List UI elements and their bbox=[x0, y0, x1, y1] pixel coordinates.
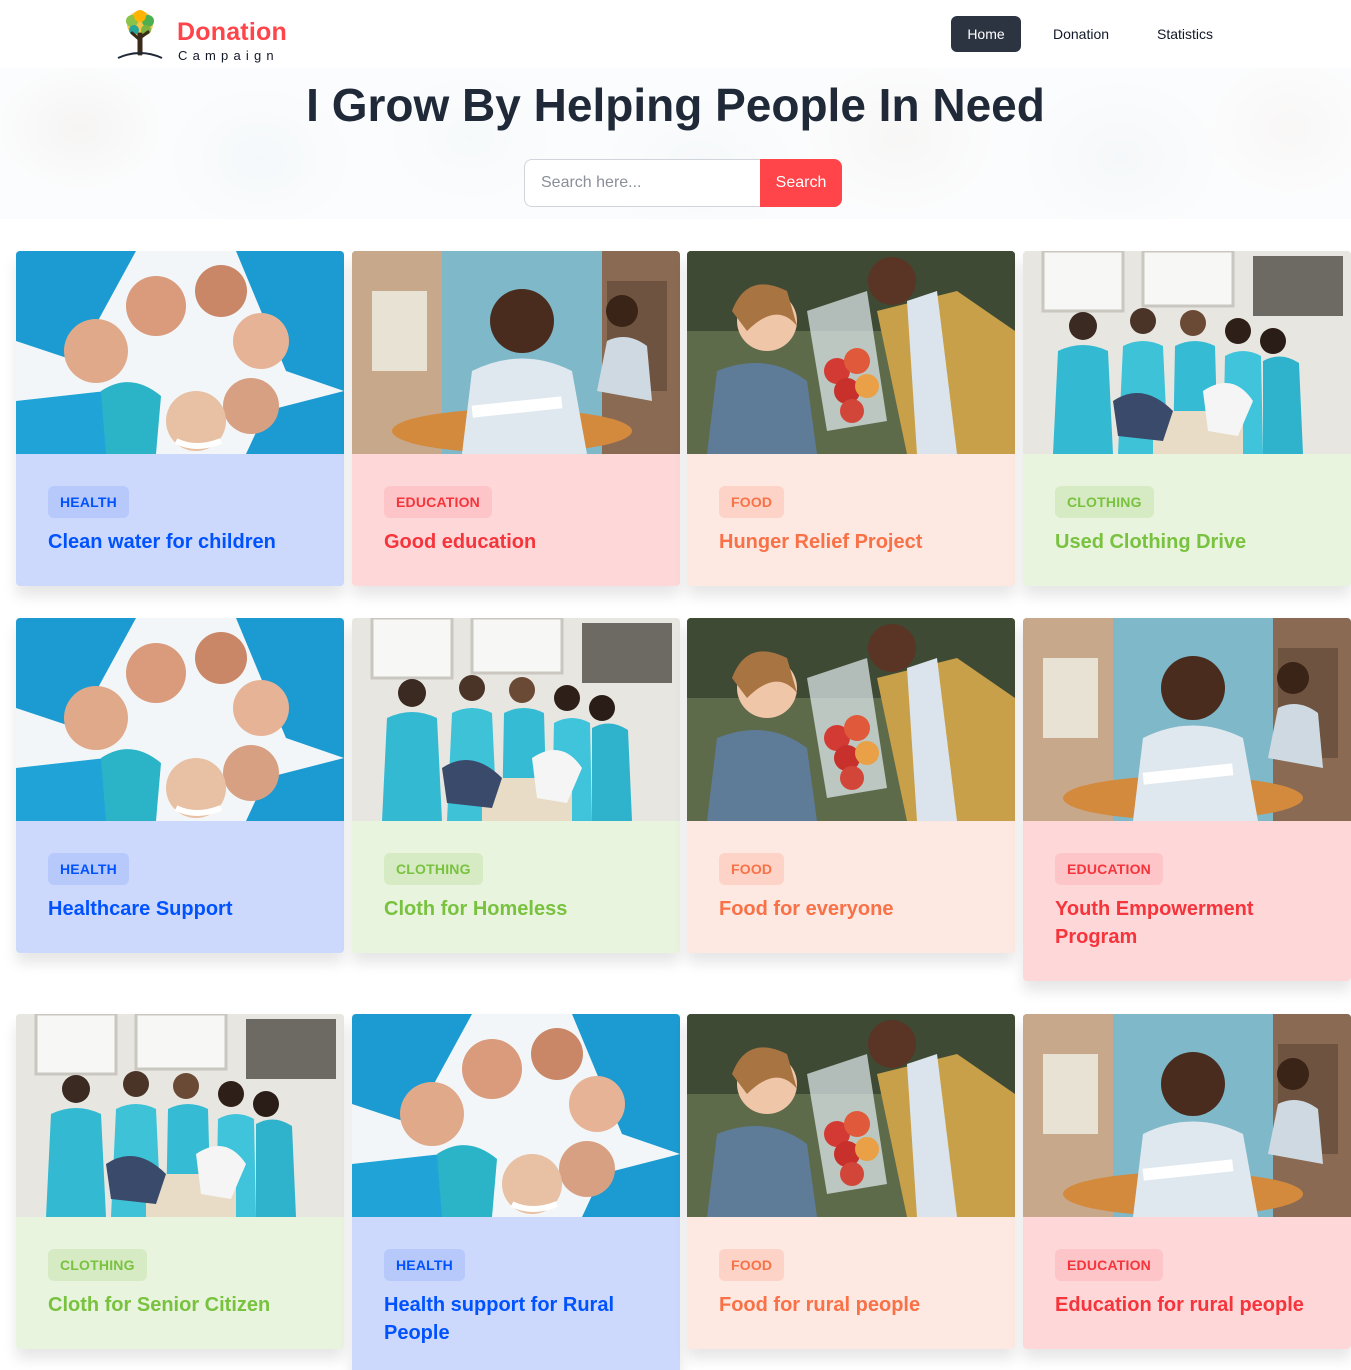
card-title: Clean water for children bbox=[48, 531, 276, 553]
card-body: EDUCATION Education for rural people bbox=[1023, 1217, 1351, 1349]
card-body: FOOD Hunger Relief Project bbox=[687, 454, 1015, 586]
card-body: FOOD Food for everyone bbox=[687, 821, 1015, 953]
donation-card[interactable]: HEALTH Health support for Rural People bbox=[352, 1014, 680, 1370]
brand-logo[interactable]: Donation Campaign bbox=[114, 8, 294, 62]
tree-logo-icon bbox=[117, 10, 163, 59]
card-image bbox=[352, 251, 680, 454]
card-image bbox=[687, 251, 1015, 454]
card-title: Hunger Relief Project bbox=[719, 531, 923, 553]
category-badge: HEALTH bbox=[384, 1249, 465, 1281]
card-image bbox=[352, 618, 680, 821]
card-body: CLOTHING Cloth for Homeless bbox=[352, 821, 680, 953]
card-body: FOOD Food for rural people bbox=[687, 1217, 1015, 1349]
card-image bbox=[1023, 618, 1351, 821]
card-title: Healthcare Support bbox=[48, 898, 233, 920]
student-desk-image bbox=[1023, 1014, 1351, 1217]
category-badge: EDUCATION bbox=[384, 486, 492, 518]
girl-apples-image bbox=[687, 618, 1015, 821]
card-image bbox=[16, 1014, 344, 1217]
card-title: Education for rural people bbox=[1055, 1294, 1304, 1316]
category-badge: HEALTH bbox=[48, 486, 129, 518]
card-image bbox=[1023, 1014, 1351, 1217]
card-title: Used Clothing Drive bbox=[1055, 531, 1247, 553]
site-header: Donation Campaign Home Donation Statisti… bbox=[0, 0, 1351, 68]
donation-card[interactable]: EDUCATION Youth Empowerment Program bbox=[1023, 618, 1351, 981]
category-badge: FOOD bbox=[719, 853, 785, 885]
card-image bbox=[352, 1014, 680, 1217]
clothing-volunteers-image bbox=[352, 618, 680, 821]
volunteers-circle-image bbox=[16, 618, 344, 821]
card-body: HEALTH Clean water for children bbox=[16, 454, 344, 586]
card-body: HEALTH Health support for Rural People bbox=[352, 1217, 680, 1370]
student-desk-image bbox=[352, 251, 680, 454]
category-badge: CLOTHING bbox=[1055, 486, 1154, 518]
nav-statistics-link[interactable]: Statistics bbox=[1141, 16, 1229, 52]
nav-donation-link[interactable]: Donation bbox=[1039, 16, 1123, 52]
donation-card[interactable]: CLOTHING Cloth for Homeless bbox=[352, 618, 680, 953]
donation-card[interactable]: HEALTH Clean water for children bbox=[16, 251, 344, 586]
donation-card[interactable]: FOOD Hunger Relief Project bbox=[687, 251, 1015, 586]
donation-card[interactable]: FOOD Food for rural people bbox=[687, 1014, 1015, 1349]
girl-apples-image bbox=[687, 1014, 1015, 1217]
clothing-volunteers-image bbox=[1023, 251, 1351, 454]
donation-card[interactable]: CLOTHING Cloth for Senior Citizen bbox=[16, 1014, 344, 1349]
donation-card[interactable]: CLOTHING Used Clothing Drive bbox=[1023, 251, 1351, 586]
brand-subtitle: Campaign bbox=[178, 48, 279, 63]
donation-card[interactable]: HEALTH Healthcare Support bbox=[16, 618, 344, 953]
card-image bbox=[16, 251, 344, 454]
category-badge: CLOTHING bbox=[48, 1249, 147, 1281]
card-title: Food for rural people bbox=[719, 1294, 921, 1316]
card-body: EDUCATION Youth Empowerment Program bbox=[1023, 821, 1351, 981]
card-body: EDUCATION Good education bbox=[352, 454, 680, 586]
donation-card[interactable]: EDUCATION Good education bbox=[352, 251, 680, 586]
card-title: Food for everyone bbox=[719, 898, 894, 920]
volunteers-circle-image bbox=[352, 1014, 680, 1217]
card-title: Cloth for Senior Citizen bbox=[48, 1294, 271, 1316]
card-image bbox=[16, 618, 344, 821]
category-badge: HEALTH bbox=[48, 853, 129, 885]
search-input[interactable] bbox=[524, 159, 762, 207]
card-image bbox=[1023, 251, 1351, 454]
card-title: Health support for Rural People bbox=[384, 1294, 615, 1344]
category-badge: EDUCATION bbox=[1055, 853, 1163, 885]
donation-card[interactable]: FOOD Food for everyone bbox=[687, 618, 1015, 953]
student-desk-image bbox=[1023, 618, 1351, 821]
category-badge: EDUCATION bbox=[1055, 1249, 1163, 1281]
card-title: Cloth for Homeless bbox=[384, 898, 568, 920]
brand-title: Donation bbox=[177, 18, 287, 46]
card-body: HEALTH Healthcare Support bbox=[16, 821, 344, 953]
card-title: Youth Empowerment Program bbox=[1055, 898, 1254, 948]
clothing-volunteers-image bbox=[16, 1014, 344, 1217]
donation-card[interactable]: EDUCATION Education for rural people bbox=[1023, 1014, 1351, 1349]
card-image bbox=[687, 1014, 1015, 1217]
category-badge: FOOD bbox=[719, 486, 785, 518]
hero-banner: I Grow By Helping People In Need Search bbox=[0, 68, 1351, 219]
card-image bbox=[687, 618, 1015, 821]
category-badge: FOOD bbox=[719, 1249, 785, 1281]
hero-title: I Grow By Helping People In Need bbox=[306, 79, 1045, 131]
category-badge: CLOTHING bbox=[384, 853, 483, 885]
search-button[interactable]: Search bbox=[760, 159, 842, 207]
girl-apples-image bbox=[687, 251, 1015, 454]
card-title: Good education bbox=[384, 531, 537, 553]
volunteers-circle-image bbox=[16, 251, 344, 454]
card-body: CLOTHING Used Clothing Drive bbox=[1023, 454, 1351, 586]
search-bar: Search bbox=[524, 159, 842, 207]
card-body: CLOTHING Cloth for Senior Citizen bbox=[16, 1217, 344, 1349]
nav-home-link[interactable]: Home bbox=[951, 16, 1021, 52]
